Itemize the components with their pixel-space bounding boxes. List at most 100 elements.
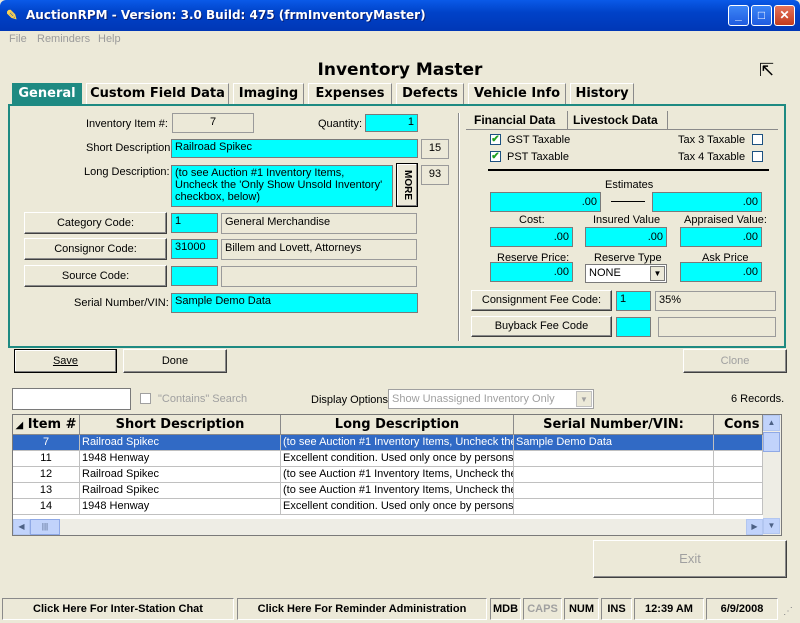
record-count: 6 Records. (731, 393, 785, 405)
column-header-consignor[interactable]: Cons (714, 415, 763, 435)
reserve-type-label: Reserve Type (594, 252, 662, 264)
tab-livestock-data[interactable]: Livestock Data (569, 111, 668, 129)
resize-grip-icon[interactable]: ⋰ (783, 606, 793, 617)
tab-custom-field-data[interactable]: Custom Field Data (86, 83, 229, 104)
menu-reminders[interactable]: Reminders (37, 33, 90, 45)
status-caps: CAPS (523, 598, 562, 620)
pst-taxable-checkbox[interactable]: ✔ (490, 151, 501, 162)
serial-number-input[interactable]: Sample Demo Data (171, 293, 418, 313)
vertical-scrollbar[interactable]: ▲ ▼ (763, 415, 781, 535)
mouse-cursor-icon: ⇱ (759, 60, 775, 80)
appraised-value-input[interactable]: .00 (680, 227, 762, 247)
long-description-input[interactable]: (to see Auction #1 Inventory Items, Unch… (171, 165, 393, 207)
consignment-fee-code-input[interactable]: 1 (616, 291, 651, 311)
quantity-input[interactable]: 1 (365, 114, 418, 132)
display-options-select[interactable]: Show Unassigned Inventory Only ▼ (388, 389, 594, 409)
inventory-grid[interactable]: ◢ Item # Short Description Long Descript… (12, 414, 782, 536)
inter-station-chat-button[interactable]: Click Here For Inter-Station Chat (2, 598, 234, 620)
maximize-button[interactable]: □ (751, 5, 772, 26)
insured-value-input[interactable]: .00 (585, 227, 667, 247)
column-header-short-description[interactable]: Short Description (80, 415, 281, 435)
panel-divider (458, 113, 460, 341)
scroll-left-icon[interactable]: ◀ (13, 519, 30, 535)
item-number-label: Inventory Item #: (86, 118, 168, 130)
scroll-right-icon[interactable]: ▶ (746, 519, 763, 535)
table-row[interactable]: 11 1948 Henway Excellent condition. Used… (13, 451, 763, 467)
consignment-fee-percent: 35% (655, 291, 776, 311)
serial-number-label: Serial Number/VIN: (74, 297, 169, 309)
item-number-value: 7 (172, 113, 254, 133)
category-code-button[interactable]: Category Code: (24, 212, 167, 234)
source-code-button[interactable]: Source Code: (24, 265, 167, 287)
consignor-code-button[interactable]: Consignor Code: (24, 238, 167, 260)
cell-serial-number: Sample Demo Data (514, 435, 714, 451)
buyback-fee-code-input[interactable] (616, 317, 651, 337)
gst-taxable-checkbox[interactable]: ✔ (490, 134, 501, 145)
minimize-button[interactable]: _ (728, 5, 749, 26)
buyback-fee-code-button[interactable]: Buyback Fee Code (471, 316, 612, 337)
scroll-up-icon[interactable]: ▲ (763, 415, 780, 431)
column-header-long-description[interactable]: Long Description (281, 415, 514, 435)
table-row[interactable]: 12 Railroad Spikec (to see Auction #1 In… (13, 467, 763, 483)
estimate-high-input[interactable]: .00 (652, 192, 762, 212)
tab-history[interactable]: History (570, 83, 634, 104)
cell-item: 13 (13, 483, 80, 499)
chevron-down-icon[interactable]: ▼ (576, 391, 592, 407)
scroll-down-icon[interactable]: ▼ (763, 518, 780, 534)
search-input[interactable] (12, 388, 131, 410)
tax4-taxable-checkbox[interactable] (752, 151, 763, 162)
clone-button[interactable]: Clone (683, 349, 787, 373)
category-code-input[interactable]: 1 (171, 213, 218, 233)
reserve-type-select[interactable]: NONE ▼ (585, 264, 667, 283)
reminder-administration-button[interactable]: Click Here For Reminder Administration (237, 598, 487, 620)
source-name (221, 266, 417, 287)
cost-input[interactable]: .00 (490, 227, 573, 247)
consignor-name: Billem and Lovett, Attorneys (221, 239, 417, 260)
horizontal-scrollbar[interactable]: ◀ ||| ▶ (13, 519, 763, 535)
tab-expenses[interactable]: Expenses (308, 83, 392, 104)
table-row[interactable]: 14 1948 Henway Excellent condition. Used… (13, 499, 763, 515)
save-button[interactable]: Save (14, 349, 117, 373)
save-button-label: Save (52, 355, 79, 367)
table-row[interactable]: 7 Railroad Spikec (to see Auction #1 Inv… (13, 435, 763, 451)
cell-consignor (714, 435, 763, 451)
status-num: NUM (564, 598, 599, 620)
financial-divider (488, 169, 769, 171)
table-row[interactable]: 13 Railroad Spikec (to see Auction #1 In… (13, 483, 763, 499)
close-button[interactable]: ✕ (774, 5, 795, 26)
done-button[interactable]: Done (123, 349, 227, 373)
status-time: 12:39 AM (634, 598, 704, 620)
chevron-down-icon[interactable]: ▼ (650, 266, 665, 281)
long-description-label: Long Description: (84, 166, 170, 178)
more-button[interactable]: MORE (396, 163, 418, 207)
menu-bar: File Reminders Help (0, 31, 800, 49)
long-description-length: 93 (421, 165, 449, 185)
source-code-input[interactable] (171, 266, 218, 286)
column-header-item[interactable]: ◢ Item # (13, 415, 80, 435)
consignor-code-input[interactable]: 31000 (171, 239, 218, 259)
tab-defects[interactable]: Defects (396, 83, 464, 104)
vertical-scroll-thumb[interactable] (763, 432, 780, 452)
column-header-serial-number[interactable]: Serial Number/VIN: (514, 415, 714, 435)
tab-general[interactable]: General (12, 83, 82, 104)
short-description-input[interactable]: Railroad Spikec (171, 139, 418, 158)
ask-price-input[interactable]: .00 (680, 262, 762, 282)
reserve-price-input[interactable]: .00 (490, 262, 573, 282)
cell-long-description: Excellent condition. Used only once by p… (281, 499, 514, 515)
consignment-fee-code-button[interactable]: Consignment Fee Code: (471, 290, 612, 311)
cell-long-description: (to see Auction #1 Inventory Items, Unch… (281, 483, 514, 499)
contains-search-checkbox[interactable] (140, 393, 151, 404)
cell-serial-number (514, 483, 714, 499)
menu-file[interactable]: File (9, 33, 27, 45)
exit-button[interactable]: Exit (593, 540, 787, 578)
status-ins: INS (601, 598, 632, 620)
tab-financial-data[interactable]: Financial Data (468, 111, 568, 129)
gst-taxable-label: GST Taxable (507, 134, 571, 146)
tax3-taxable-checkbox[interactable] (752, 134, 763, 145)
short-description-length: 15 (421, 139, 449, 159)
tab-vehicle-info[interactable]: Vehicle Info (468, 83, 566, 104)
horizontal-scroll-thumb[interactable]: ||| (30, 519, 60, 535)
tab-imaging[interactable]: Imaging (233, 83, 304, 104)
estimate-low-input[interactable]: .00 (490, 192, 601, 212)
menu-help[interactable]: Help (98, 33, 121, 45)
